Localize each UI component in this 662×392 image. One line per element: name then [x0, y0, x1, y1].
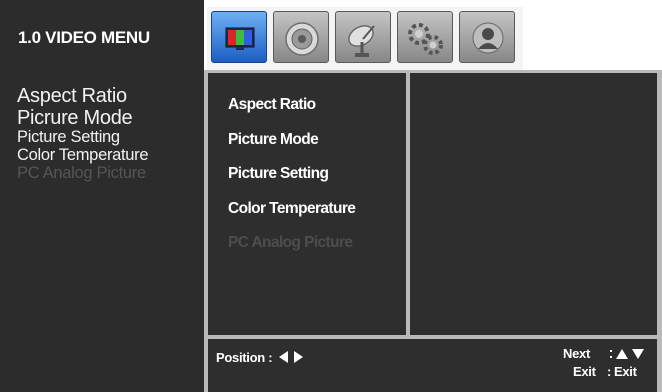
help-list: Aspect Ratio Picrure Mode Picture Settin…	[17, 85, 149, 183]
tab-bar	[207, 7, 523, 70]
tab-sound[interactable]	[273, 11, 329, 63]
picture-tab-icon	[225, 27, 255, 50]
left-right-arrows-icon	[279, 351, 303, 363]
exit-hint-key: Exit	[614, 364, 637, 379]
channel-tab-icon	[348, 25, 375, 57]
sound-tab-icon	[285, 22, 319, 56]
help-item-color-temperature: Color Temperature	[17, 146, 149, 164]
tab-user[interactable]	[459, 11, 515, 63]
navigation-hint-bar: Position : Next Exit : Exit	[208, 339, 657, 392]
help-item-pc-analog-picture: PC Analog Picture	[17, 163, 146, 182]
submenu-panel	[410, 73, 657, 335]
menu-item-pc-analog-picture: PC Analog Picture	[228, 234, 353, 251]
menu-item-picture-mode[interactable]: Picture Mode	[228, 130, 355, 165]
user-tab-icon	[472, 22, 504, 54]
menu-item-aspect-ratio[interactable]: Aspect Ratio	[228, 95, 355, 130]
setup-tab-icon	[408, 23, 443, 55]
exit-hint-separator: :	[607, 364, 612, 379]
tab-setup[interactable]	[397, 11, 453, 63]
help-panel: 1.0 VIDEO MENU Aspect Ratio Picrure Mode…	[0, 0, 204, 392]
help-item-aspect-ratio: Aspect Ratio	[17, 85, 127, 107]
help-item-picture-setting: Picture Setting	[17, 128, 120, 147]
tab-channel[interactable]	[335, 11, 391, 63]
tab-picture[interactable]	[211, 11, 267, 63]
position-hint-label: Position :	[216, 350, 273, 365]
up-down-arrows-icon	[610, 349, 644, 359]
menu-title: 1.0 VIDEO MENU	[18, 28, 150, 47]
video-menu-list: Aspect Ratio Picture Mode Picture Settin…	[208, 73, 406, 335]
next-hint-label: Next	[563, 346, 590, 361]
menu-item-color-temperature[interactable]: Color Temperature	[228, 199, 356, 234]
menu-frame: Aspect Ratio Picture Mode Picture Settin…	[204, 70, 662, 392]
help-item-picture-mode: Picrure Mode	[17, 106, 133, 129]
menu-item-picture-setting[interactable]: Picture Setting	[228, 164, 355, 199]
exit-hint-label: Exit	[573, 364, 596, 379]
